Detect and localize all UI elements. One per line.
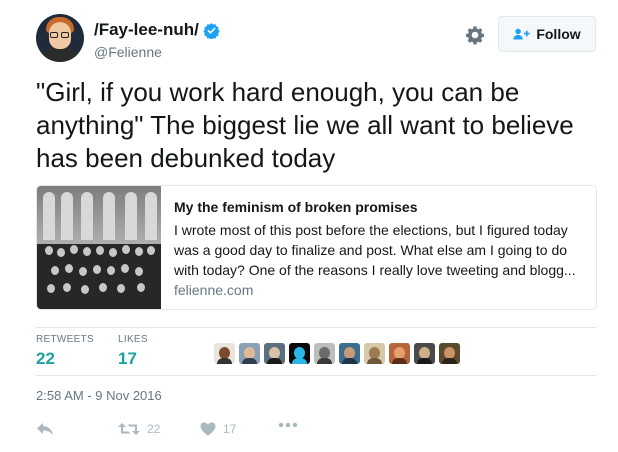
liker-avatar[interactable] (214, 343, 235, 364)
likes-label: LIKES (118, 334, 148, 345)
card-thumbnail[interactable] (37, 186, 161, 309)
name-row[interactable]: /Fay-lee-nuh/ (94, 20, 220, 40)
tweet-timestamp[interactable]: 2:58 AM - 9 Nov 2016 (36, 388, 162, 403)
divider (36, 327, 597, 328)
liker-avatar[interactable] (289, 343, 310, 364)
link-card[interactable]: My the feminism of broken promises I wro… (36, 185, 597, 310)
liker-avatar[interactable] (364, 343, 385, 364)
retweet-icon (118, 423, 140, 435)
display-name[interactable]: /Fay-lee-nuh/ (94, 20, 199, 40)
retweets-stat[interactable]: RETWEETS 22 (36, 334, 94, 369)
verified-badge-icon (203, 22, 220, 39)
retweets-count: 22 (36, 349, 55, 368)
tweet-text: "Girl, if you work hard enough, you can … (36, 77, 574, 173)
likers-avatars (214, 343, 460, 364)
follow-label: Follow (536, 26, 581, 42)
liker-avatar[interactable] (439, 343, 460, 364)
liker-avatar[interactable] (414, 343, 435, 364)
reply-button[interactable] (36, 422, 54, 436)
avatar[interactable] (36, 14, 84, 62)
more-icon (278, 422, 298, 428)
card-title[interactable]: My the feminism of broken promises (174, 199, 588, 215)
retweets-label: RETWEETS (36, 334, 94, 345)
tweet-header: /Fay-lee-nuh/ @Felienne Follow (36, 14, 598, 64)
liker-avatar[interactable] (389, 343, 410, 364)
divider (36, 375, 597, 376)
liker-avatar[interactable] (264, 343, 285, 364)
more-button[interactable] (278, 422, 298, 428)
card-description: I wrote most of this post before the ele… (174, 222, 576, 278)
gear-icon[interactable] (464, 24, 486, 46)
likes-count: 17 (118, 349, 137, 368)
liker-avatar[interactable] (239, 343, 260, 364)
heart-icon (200, 422, 216, 436)
liker-avatar[interactable] (339, 343, 360, 364)
card-domain[interactable]: felienne.com (174, 282, 588, 298)
like-button[interactable]: 17 (200, 422, 236, 436)
tweet-actions: 22 17 (36, 422, 336, 440)
likes-stat[interactable]: LIKES 17 (118, 334, 148, 369)
reply-icon (37, 423, 53, 435)
retweet-button[interactable]: 22 (118, 422, 160, 436)
follow-button[interactable]: Follow (498, 16, 596, 52)
retweet-count: 22 (147, 422, 161, 436)
user-handle[interactable]: @Felienne (94, 44, 162, 60)
liker-avatar[interactable] (314, 343, 335, 364)
add-user-icon (513, 28, 530, 40)
like-count: 17 (223, 422, 237, 436)
